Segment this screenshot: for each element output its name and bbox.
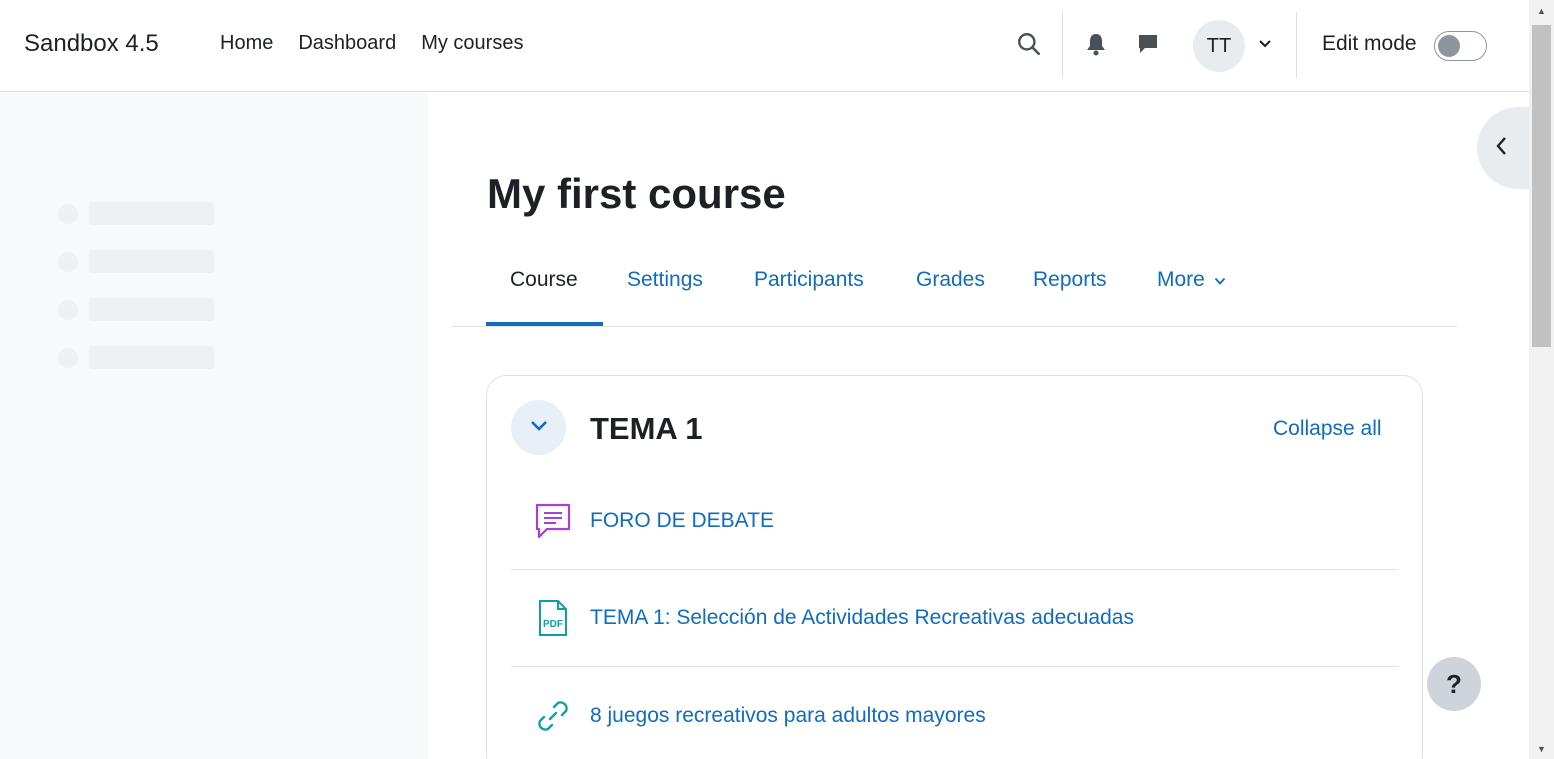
site-brand[interactable]: Sandbox 4.5 xyxy=(24,30,159,58)
tab-settings[interactable]: Settings xyxy=(627,268,703,292)
tab-course[interactable]: Course xyxy=(510,268,578,292)
edit-mode-toggle[interactable] xyxy=(1434,31,1487,61)
tab-more-label: More xyxy=(1157,268,1205,291)
forum-icon xyxy=(533,501,573,541)
course-secondary-nav: Course Settings Participants Grades Repo… xyxy=(452,254,1457,327)
top-navbar: Sandbox 4.5 Home Dashboard My courses TT… xyxy=(0,0,1529,92)
course-section: TEMA 1 Collapse all FORO DE DEBATE PDF T… xyxy=(486,375,1423,759)
tab-grades[interactable]: Grades xyxy=(916,268,985,292)
course-index-drawer xyxy=(0,92,428,759)
scroll-up-icon[interactable]: ▲ xyxy=(1529,2,1554,19)
scrollbar-thumb[interactable] xyxy=(1532,25,1551,347)
nav-my-courses[interactable]: My courses xyxy=(421,32,523,55)
bell-icon[interactable] xyxy=(1082,30,1110,58)
chevron-down-icon xyxy=(1214,268,1226,292)
activity-link-forum[interactable]: FORO DE DEBATE xyxy=(590,509,774,533)
edit-mode-label: Edit mode xyxy=(1322,32,1417,55)
chevron-down-icon[interactable] xyxy=(1251,30,1279,58)
activity-item: 8 juegos recreativos para adultos mayore… xyxy=(511,667,1398,759)
skeleton-row xyxy=(58,202,214,225)
activity-item: PDF TEMA 1: Selección de Actividades Rec… xyxy=(511,570,1398,667)
search-icon[interactable] xyxy=(1015,30,1043,58)
section-collapse-button[interactable] xyxy=(511,400,566,455)
toggle-knob xyxy=(1438,35,1460,57)
page-title: My first course xyxy=(487,170,786,217)
nav-home[interactable]: Home xyxy=(220,32,273,55)
help-button[interactable]: ? xyxy=(1427,657,1481,711)
nav-dashboard[interactable]: Dashboard xyxy=(298,32,396,55)
tab-reports[interactable]: Reports xyxy=(1033,268,1107,292)
skeleton-row xyxy=(58,250,214,273)
skeleton-row xyxy=(58,298,214,321)
skeleton-row xyxy=(58,346,214,369)
activity-link-pdf[interactable]: TEMA 1: Selección de Actividades Recreat… xyxy=(590,606,1134,630)
page-scrollbar[interactable]: ▲ ▼ xyxy=(1529,0,1554,759)
section-title: TEMA 1 xyxy=(590,411,703,446)
active-tab-indicator xyxy=(486,322,603,326)
user-avatar[interactable]: TT xyxy=(1193,20,1245,72)
navbar-divider xyxy=(1062,12,1063,78)
activity-item: FORO DE DEBATE xyxy=(511,473,1398,570)
link-icon xyxy=(533,696,573,736)
scroll-down-icon[interactable]: ▼ xyxy=(1529,740,1554,757)
tab-more[interactable]: More xyxy=(1157,268,1226,292)
chevron-down-icon xyxy=(529,419,549,437)
open-block-drawer-button[interactable] xyxy=(1477,107,1537,189)
primary-navigation: Home Dashboard My courses xyxy=(220,32,548,55)
messages-icon[interactable] xyxy=(1134,30,1162,58)
pdf-icon: PDF xyxy=(533,598,573,638)
activity-link-url[interactable]: 8 juegos recreativos para adultos mayore… xyxy=(590,704,986,728)
chevron-left-icon xyxy=(1495,136,1507,161)
collapse-all-link[interactable]: Collapse all xyxy=(1273,417,1382,441)
user-initials: TT xyxy=(1206,34,1232,57)
help-label: ? xyxy=(1446,668,1462,699)
navbar-divider xyxy=(1296,12,1297,78)
tab-participants[interactable]: Participants xyxy=(754,268,864,292)
svg-text:PDF: PDF xyxy=(543,619,563,630)
